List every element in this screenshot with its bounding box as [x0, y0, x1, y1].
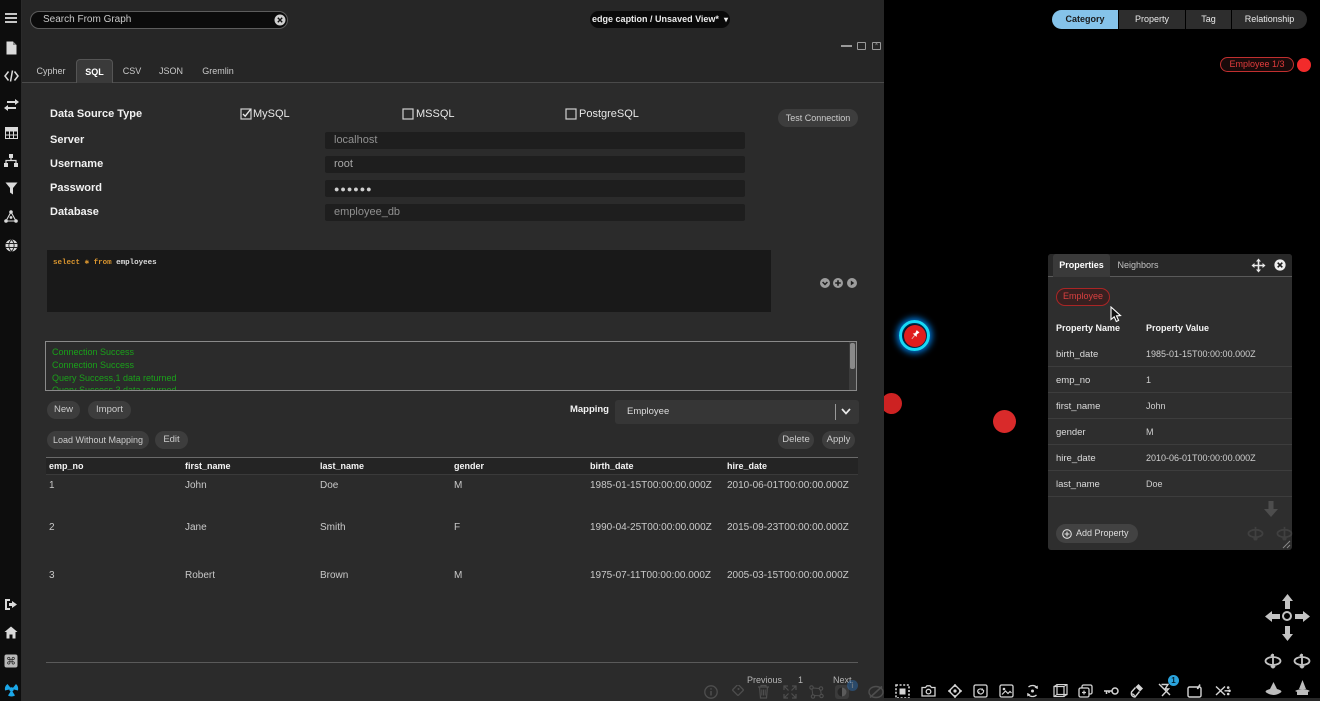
svg-text:⌘: ⌘	[6, 657, 16, 668]
